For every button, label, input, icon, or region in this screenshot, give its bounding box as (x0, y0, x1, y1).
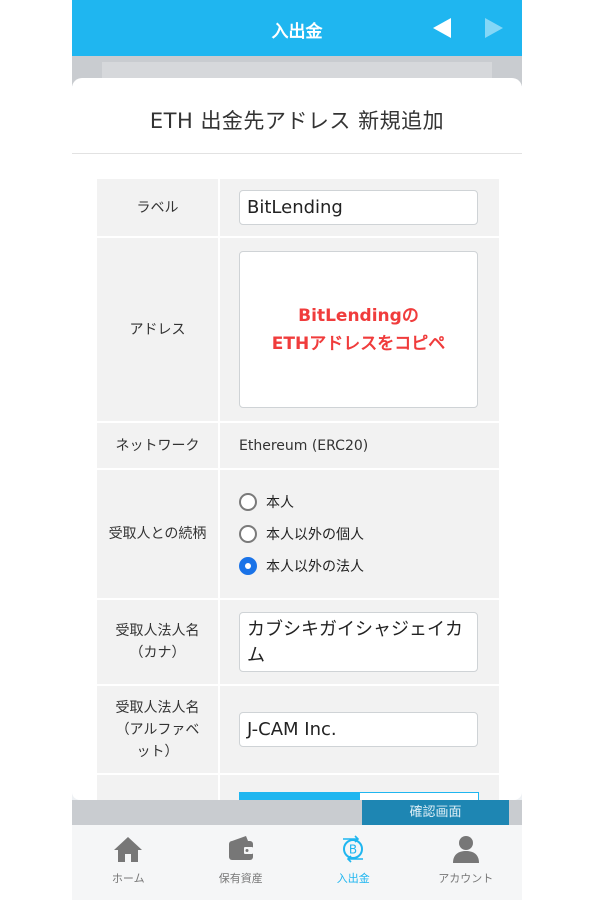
nav-label: 保有資産 (218, 872, 263, 885)
relationship-radio-group: 本人 本人以外の個人 本人以外の法人 (239, 488, 364, 580)
relationship-row: 受取人との続柄 本人 本人以外の個人 本人以外の法人 (97, 470, 499, 600)
home-icon (114, 837, 143, 862)
modal-title: ETH 出金先アドレス 新規追加 (72, 78, 522, 154)
background-footer: 確認画面 (72, 800, 522, 825)
radio-button-selected[interactable] (239, 557, 257, 575)
relationship-field-label: 受取人との続柄 (97, 470, 220, 598)
nav-label: 入出金 (336, 872, 370, 885)
corp-name-alpha-input[interactable]: J-CAM Inc. (239, 712, 478, 747)
nav-item-deposit-withdraw[interactable]: B 入出金 (297, 825, 410, 900)
label-input[interactable]: BitLending (239, 190, 478, 225)
network-row: ネットワーク Ethereum (ERC20) (97, 423, 499, 470)
radio-label: 本人以外の個人 (266, 527, 364, 543)
corp-name-alpha-row: 受取人法人名 （アルファベ ット） J-CAM Inc. (97, 686, 499, 775)
label-line: 受取人法人名 (115, 623, 200, 639)
segment-option-active[interactable] (239, 792, 359, 800)
nav-item-assets[interactable]: 保有資産 (185, 825, 298, 900)
nav-item-home[interactable]: ホーム (72, 825, 185, 900)
radio-option[interactable]: 本人以外の個人 (239, 524, 364, 544)
wallet-icon (228, 836, 253, 860)
overlay-line-2: ETHアドレスをコピペ (271, 333, 446, 354)
label-row: ラベル BitLending (97, 179, 499, 238)
confirm-screen-button[interactable]: 確認画面 (362, 800, 509, 825)
nav-label: ホーム (111, 872, 145, 885)
network-field-label: ネットワーク (97, 423, 220, 468)
account-icon (452, 836, 479, 863)
next-arrow-icon[interactable] (485, 18, 503, 38)
prev-arrow-icon[interactable] (433, 18, 451, 38)
overlay-line-1: BitLendingの (298, 305, 419, 326)
corp-name-kana-row: 受取人法人名 （カナ） カブシキガイシャジェイカム (97, 600, 499, 686)
address-form: ラベル BitLending アドレス BitLendingの ETHアドレスを… (97, 179, 499, 800)
nav-item-account[interactable]: アカウント (410, 825, 523, 900)
label-line: （アルファベ (115, 721, 200, 738)
radio-label: 本人以外の法人 (266, 559, 364, 575)
label-line: 受取人法人名 (115, 699, 200, 716)
bitcoin-transfer-icon: B (343, 835, 364, 863)
label-line: （カナ） (129, 645, 186, 661)
svg-text:B: B (349, 843, 357, 857)
label-line: ット） (136, 743, 179, 760)
top-bar: 入出金 (72, 0, 522, 56)
segment-option[interactable] (359, 792, 479, 800)
partial-next-row (97, 775, 499, 800)
radio-option[interactable]: 本人 (239, 492, 364, 512)
corp-name-kana-input[interactable]: カブシキガイシャジェイカム (239, 612, 478, 672)
app-frame: 入出金 ETH 出金先アドレス 新規追加 ラベル BitLending アドレス… (72, 0, 522, 900)
address-field-label: アドレス (97, 238, 220, 421)
radio-option[interactable]: 本人以外の法人 (239, 556, 364, 576)
bottom-nav: ホーム 保有資産 B 入出金 アカウント (72, 825, 522, 900)
add-address-modal: ETH 出金先アドレス 新規追加 ラベル BitLending アドレス Bit… (72, 78, 522, 800)
label-field-label: ラベル (97, 179, 220, 236)
network-value: Ethereum (ERC20) (220, 423, 499, 468)
corp-name-kana-label: 受取人法人名 （カナ） (97, 600, 220, 684)
radio-button[interactable] (239, 525, 257, 543)
page-title: 入出金 (271, 22, 323, 42)
nav-label: アカウント (438, 872, 494, 885)
radio-button[interactable] (239, 493, 257, 511)
radio-label: 本人 (266, 495, 294, 511)
address-overlay-text: BitLendingの ETHアドレスをコピペ (272, 302, 445, 358)
address-textarea[interactable]: BitLendingの ETHアドレスをコピペ (239, 251, 478, 408)
address-row: アドレス BitLendingの ETHアドレスをコピペ (97, 238, 499, 423)
corp-name-alpha-label: 受取人法人名 （アルファベ ット） (97, 686, 220, 773)
